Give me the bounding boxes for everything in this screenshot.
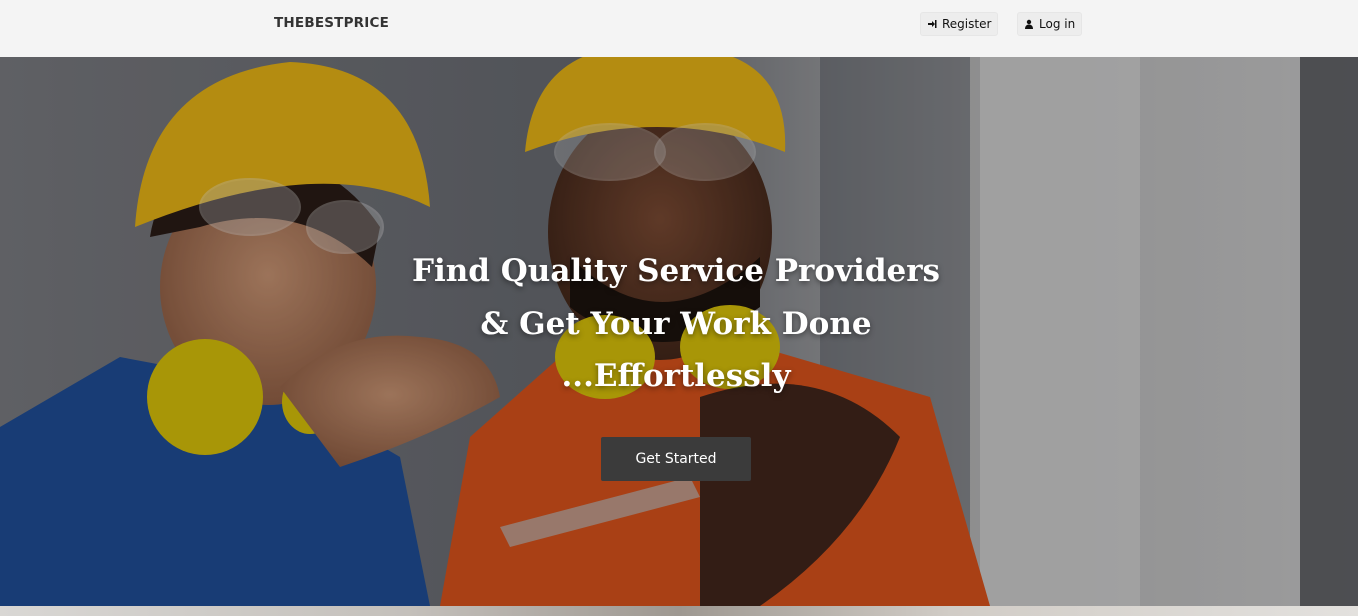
user-icon	[1024, 19, 1034, 29]
hero-headline: Find Quality Service Providers & Get You…	[379, 245, 973, 403]
hero-section: Find Quality Service Providers & Get You…	[0, 57, 1358, 606]
register-button[interactable]: Register	[920, 12, 999, 36]
register-label: Register	[942, 17, 992, 31]
navbar: THEBESTPRICE Register Log in	[0, 0, 1358, 57]
headline-line-1: Find Quality Service Providers	[411, 253, 940, 289]
get-started-button[interactable]: Get Started	[601, 437, 751, 481]
sign-in-icon	[927, 19, 937, 29]
login-label: Log in	[1039, 17, 1076, 31]
headline-line-2: & Get Your Work Done	[480, 305, 872, 342]
brand-logo-text[interactable]: THEBESTPRICE	[274, 15, 389, 31]
next-section-preview	[0, 606, 1358, 616]
headline-line-3: ...Effortlessly	[561, 358, 791, 394]
login-button[interactable]: Log in	[1017, 12, 1083, 36]
